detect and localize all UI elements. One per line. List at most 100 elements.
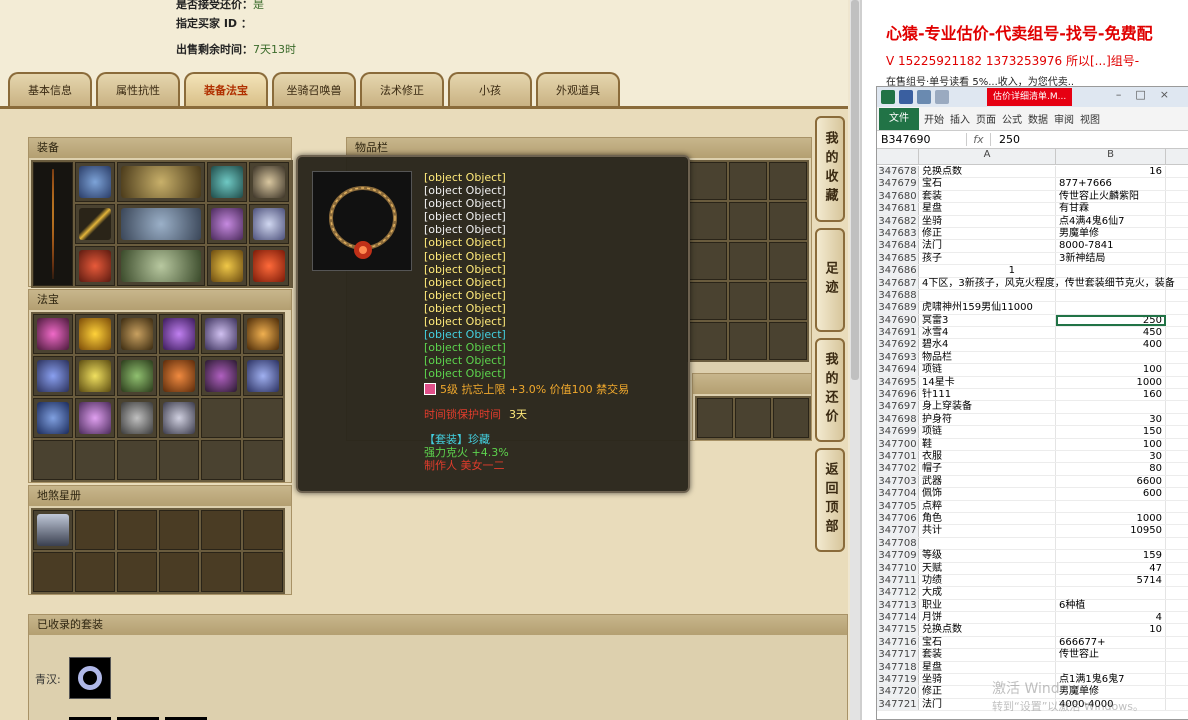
row-number[interactable]: 347692 xyxy=(877,339,919,351)
cell-b[interactable]: 47 xyxy=(1056,562,1166,574)
row-number[interactable]: 347708 xyxy=(877,537,919,550)
row-number[interactable]: 347693 xyxy=(877,351,919,364)
cell-a[interactable]: 大成 xyxy=(919,587,1056,599)
fabao-slot[interactable] xyxy=(117,314,157,354)
cell-b[interactable]: 6种植 xyxy=(1056,599,1166,612)
cell-a[interactable]: 职业 xyxy=(919,599,1056,612)
formula-input[interactable]: 250 xyxy=(991,133,1020,146)
cell-b[interactable]: 1000 xyxy=(1056,512,1166,525)
page-scrollbar[interactable] xyxy=(850,0,860,720)
cell-b[interactable]: 159 xyxy=(1056,550,1166,562)
equip-slot-boots[interactable] xyxy=(117,246,205,286)
cell-a[interactable]: 1 xyxy=(919,265,1056,277)
cell-a[interactable]: 宝石 xyxy=(919,636,1056,649)
inventory-slot[interactable] xyxy=(729,202,767,240)
fabao-slot[interactable] xyxy=(201,314,241,354)
row-number[interactable]: 347709 xyxy=(877,550,919,562)
inventory-slot[interactable] xyxy=(735,398,771,438)
row-number[interactable]: 347686 xyxy=(877,265,919,277)
cell-a[interactable]: 星盘 xyxy=(919,661,1056,674)
row-number[interactable]: 347706 xyxy=(877,512,919,525)
inventory-slot[interactable] xyxy=(697,398,733,438)
row-number[interactable]: 347683 xyxy=(877,227,919,240)
equip-slot-armor[interactable] xyxy=(117,204,205,244)
cell-b[interactable] xyxy=(1056,537,1166,550)
tab-spell-fix[interactable]: 法术修正 xyxy=(360,72,444,106)
cell-b[interactable]: 8000-7841 xyxy=(1056,240,1166,252)
row-number[interactable]: 347713 xyxy=(877,599,919,612)
inventory-slot[interactable] xyxy=(729,162,767,200)
inventory-slot[interactable] xyxy=(769,162,807,200)
row-number[interactable]: 347680 xyxy=(877,190,919,203)
cell-a[interactable] xyxy=(919,537,1056,550)
fabao-slot[interactable] xyxy=(75,314,115,354)
fabao-slot[interactable] xyxy=(243,356,283,396)
cell-a[interactable]: 坐骑 xyxy=(919,215,1056,227)
row-number[interactable]: 347702 xyxy=(877,463,919,475)
tab-equip-fabao[interactable]: 装备法宝 xyxy=(184,72,268,106)
row-number[interactable]: 347703 xyxy=(877,475,919,488)
disha-slot[interactable] xyxy=(33,510,73,550)
cell-b[interactable]: 150 xyxy=(1056,426,1166,438)
cell-b[interactable]: 877+7666 xyxy=(1056,178,1166,190)
fabao-slot[interactable] xyxy=(201,356,241,396)
fabao-slot[interactable] xyxy=(243,314,283,354)
cell-b[interactable] xyxy=(1056,302,1166,314)
cell-b[interactable]: 4 xyxy=(1056,612,1166,624)
undo-icon[interactable] xyxy=(917,90,931,104)
inventory-slot[interactable] xyxy=(729,322,767,360)
row-number[interactable]: 347698 xyxy=(877,413,919,426)
cell-a[interactable]: 虎啸神州159男仙11000 xyxy=(919,302,1056,314)
cell-b[interactable]: 80 xyxy=(1056,463,1166,475)
cell-a[interactable]: 宝石 xyxy=(919,178,1056,190)
cell-a[interactable]: 碧水4 xyxy=(919,339,1056,351)
cell-a[interactable]: 兑换点数 xyxy=(919,624,1056,636)
cell-b[interactable]: 16 xyxy=(1056,166,1166,178)
row-number[interactable]: 347718 xyxy=(877,661,919,674)
row-number[interactable]: 347711 xyxy=(877,574,919,587)
cell-b[interactable] xyxy=(1056,661,1166,674)
row-number[interactable]: 347701 xyxy=(877,450,919,463)
cell-a[interactable]: 鞋 xyxy=(919,438,1056,450)
cell-b[interactable]: 10950 xyxy=(1056,525,1166,537)
ribbon-tab-data[interactable]: 数据 xyxy=(1025,111,1051,126)
row-number[interactable]: 347691 xyxy=(877,327,919,339)
cell-a[interactable]: 帽子 xyxy=(919,463,1056,475)
cell-b[interactable]: 1000 xyxy=(1056,376,1166,389)
back-to-top-button[interactable]: 返回顶部 xyxy=(815,448,845,552)
cell-b[interactable]: 450 xyxy=(1056,327,1166,339)
cell-b[interactable]: 160 xyxy=(1056,389,1166,401)
cell-b[interactable]: 男魔单修 xyxy=(1056,227,1166,240)
row-number[interactable]: 347707 xyxy=(877,525,919,537)
inventory-slot[interactable] xyxy=(769,322,807,360)
tab-basic-info[interactable]: 基本信息 xyxy=(8,72,92,106)
row-number[interactable]: 347710 xyxy=(877,562,919,574)
close-icon[interactable]: × xyxy=(1160,88,1183,101)
row-number[interactable]: 347704 xyxy=(877,488,919,500)
cell-b[interactable]: 30 xyxy=(1056,450,1166,463)
ribbon-tab-formula[interactable]: 公式 xyxy=(999,111,1025,126)
column-header-a[interactable]: A xyxy=(919,149,1056,164)
row-number[interactable]: 347715 xyxy=(877,624,919,636)
equip-slot-ring[interactable] xyxy=(249,204,289,244)
equip-slot-hair[interactable] xyxy=(249,162,289,202)
inventory-slot[interactable] xyxy=(769,242,807,280)
cell-b[interactable]: 有甘霖 xyxy=(1056,203,1166,215)
ribbon-tab-layout[interactable]: 页面 xyxy=(973,111,999,126)
cell-a[interactable]: 套装 xyxy=(919,190,1056,203)
inventory-slot[interactable] xyxy=(689,282,727,320)
equip-slot-mask[interactable] xyxy=(207,162,247,202)
equip-slot-helmet[interactable] xyxy=(75,162,115,202)
fabao-slot[interactable] xyxy=(33,398,73,438)
row-number[interactable]: 347700 xyxy=(877,438,919,450)
fabao-slot[interactable] xyxy=(75,356,115,396)
cell-b[interactable]: 100 xyxy=(1056,364,1166,376)
cell-b[interactable] xyxy=(1056,265,1166,277)
cell-a[interactable]: 修正 xyxy=(919,227,1056,240)
ribbon-tab-home[interactable]: 开始 xyxy=(921,111,947,126)
cell-a[interactable]: 武器 xyxy=(919,475,1056,488)
cell-a[interactable]: 星盘 xyxy=(919,203,1056,215)
cell-b[interactable] xyxy=(1056,351,1166,364)
cell-a[interactable]: 项链 xyxy=(919,364,1056,376)
cell-b[interactable]: 10 xyxy=(1056,624,1166,636)
